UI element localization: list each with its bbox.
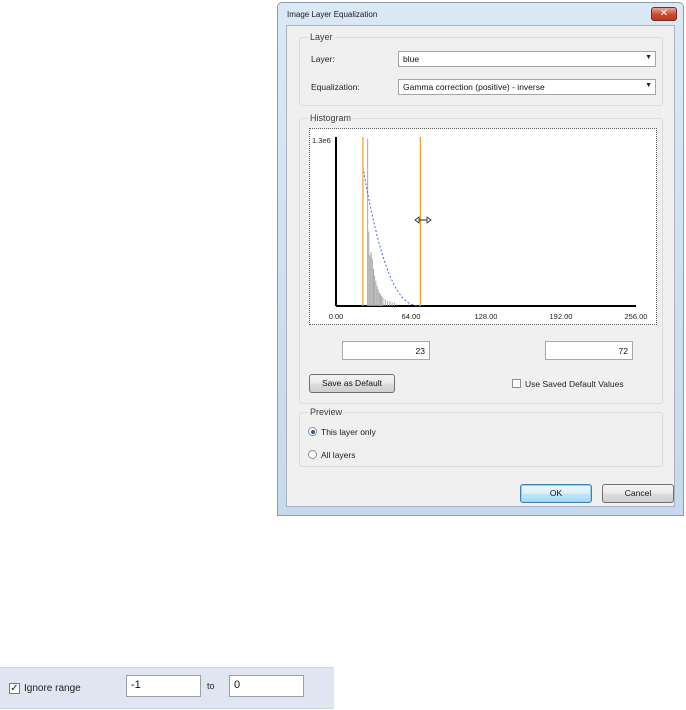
use-saved-defaults-checkbox[interactable] — [512, 379, 521, 388]
close-icon: ✕ — [659, 8, 669, 19]
dropdown-arrow-icon: ▼ — [645, 82, 652, 89]
x-tick-label: 64.00 — [402, 312, 421, 321]
layer-group: Layer Layer: blue ▼ Equalization: Gamma … — [299, 32, 663, 106]
image-layer-equalization-dialog: Image Layer Equalization ✕ Layer Layer: … — [277, 2, 684, 516]
layer-label: Layer: — [311, 54, 335, 64]
dropdown-arrow-icon: ▼ — [645, 54, 652, 61]
histogram-group-label: Histogram — [308, 113, 354, 123]
histogram-bar — [375, 280, 377, 306]
resize-horizontal-icon — [414, 216, 432, 224]
x-tick-label: 192.00 — [550, 312, 573, 321]
save-as-default-button[interactable]: Save as Default — [309, 374, 395, 393]
histogram-bar — [389, 300, 391, 306]
use-saved-defaults-label: Use Saved Default Values — [525, 379, 624, 389]
this-layer-only-radio[interactable] — [308, 427, 317, 436]
histogram-bar — [371, 258, 373, 306]
layer-group-label: Layer — [308, 32, 335, 42]
x-tick-label: 256.00 — [625, 312, 648, 321]
histogram-bar — [387, 300, 389, 306]
histogram-bar — [384, 299, 386, 306]
cancel-button[interactable]: Cancel — [602, 484, 674, 503]
histogram-bar — [382, 297, 384, 306]
histogram-bar — [376, 285, 378, 306]
histogram-bar — [381, 295, 383, 306]
x-tick-label: 128.00 — [475, 312, 498, 321]
range-to-label: to — [207, 681, 215, 691]
histogram-bar — [369, 255, 371, 306]
histogram-bar — [374, 275, 376, 306]
layer-select[interactable]: blue ▼ — [398, 51, 656, 67]
histogram-bar — [378, 292, 380, 306]
x-tick-labels: 0.00 64.00 128.00 192.00 256.00 — [329, 312, 648, 321]
histogram-bar — [391, 302, 393, 306]
histogram-bar — [370, 251, 372, 306]
title-bar[interactable]: Image Layer Equalization ✕ — [278, 3, 683, 25]
histogram-bar — [394, 302, 396, 306]
x-tick-label: 0.00 — [329, 312, 344, 321]
range-from-input[interactable]: -1 — [126, 675, 201, 697]
low-value-field[interactable]: 23 — [342, 341, 430, 360]
preview-group: Preview This layer only All layers — [299, 407, 663, 467]
radio-selected-dot — [310, 429, 315, 434]
equalization-select-value: Gamma correction (positive) - inverse — [403, 82, 545, 92]
all-layers-radio[interactable] — [308, 450, 317, 459]
equalization-label: Equalization: — [311, 82, 360, 92]
histogram-bar — [377, 289, 379, 306]
high-value-field[interactable]: 72 — [545, 341, 633, 360]
dialog-title: Image Layer Equalization — [287, 10, 378, 19]
dialog-client-area: Layer Layer: blue ▼ Equalization: Gamma … — [286, 25, 675, 507]
equalization-select[interactable]: Gamma correction (positive) - inverse ▼ — [398, 79, 656, 95]
preview-group-label: Preview — [308, 407, 345, 417]
histogram-bar — [380, 294, 382, 306]
all-layers-label: All layers — [321, 450, 356, 460]
histogram-bar — [373, 268, 374, 306]
ignore-range-checkbox[interactable]: ✓ — [9, 683, 20, 694]
range-to-input[interactable]: 0 — [229, 675, 304, 697]
ignore-range-label: Ignore range — [24, 683, 81, 694]
histogram-group: Histogram 1.3e6 0.00 64.00 128.00 192.00 256… — [299, 113, 663, 404]
close-button[interactable]: ✕ — [651, 7, 677, 21]
histogram-bar — [367, 138, 369, 306]
layer-select-value: blue — [403, 54, 420, 64]
histogram-chart: 1.3e6 0.00 64.00 128.00 192.00 256.00 — [312, 136, 648, 321]
ok-button[interactable]: OK — [520, 484, 592, 503]
checkmark-icon: ✓ — [10, 683, 19, 694]
histogram-bar — [368, 231, 370, 306]
y-max-label: 1.3e6 — [312, 136, 331, 145]
this-layer-only-label: This layer only — [321, 427, 376, 437]
histogram-bars — [367, 138, 396, 306]
histogram-plot-area[interactable]: 1.3e6 0.00 64.00 128.00 192.00 256.00 — [309, 128, 657, 325]
ignore-range-panel: ✓ Ignore range -1 to 0 — [0, 667, 334, 709]
